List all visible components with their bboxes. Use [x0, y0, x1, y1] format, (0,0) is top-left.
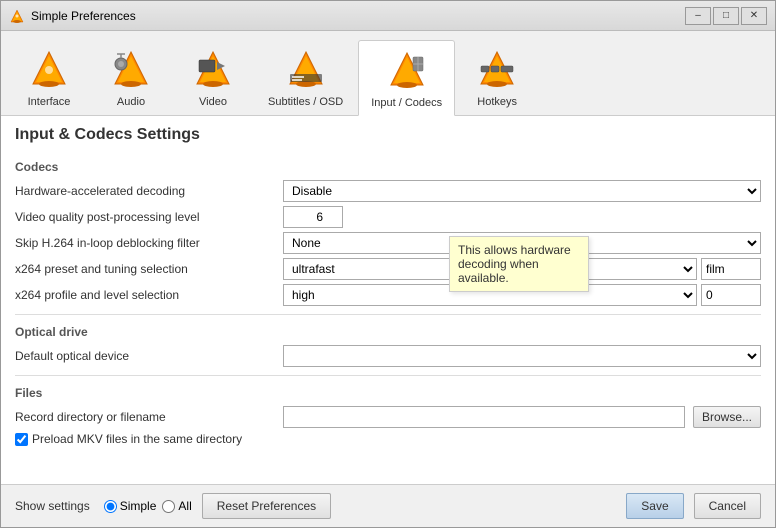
window-title: Simple Preferences	[31, 9, 685, 23]
tab-hotkeys[interactable]: Hotkeys	[457, 39, 537, 115]
interface-icon	[25, 46, 73, 94]
tab-hotkeys-label: Hotkeys	[477, 96, 517, 108]
video-quality-label: Video quality post-processing level	[15, 207, 275, 227]
close-button[interactable]: ✕	[741, 7, 767, 25]
tab-input[interactable]: Input / Codecs	[358, 40, 455, 116]
browse-button[interactable]: Browse...	[693, 406, 761, 428]
video-icon	[189, 46, 237, 94]
radio-all[interactable]	[162, 500, 175, 513]
preload-mkv-row: Preload MKV files in the same directory	[15, 432, 761, 446]
tooltip-text: This allows hardware decoding when avail…	[458, 243, 571, 285]
record-dir-row: Record directory or filename Browse...	[15, 406, 761, 428]
radio-group: Simple All	[104, 499, 192, 513]
codecs-section-label: Codecs	[15, 160, 761, 174]
tab-bar: Interface Audio	[1, 31, 775, 116]
x264-preset-text[interactable]	[701, 258, 761, 280]
radio-all-label[interactable]: All	[162, 499, 191, 513]
skip-h264-label: Skip H.264 in-loop deblocking filter	[15, 233, 275, 253]
page-title: Input & Codecs Settings	[1, 116, 775, 150]
radio-simple-label[interactable]: Simple	[104, 499, 157, 513]
optical-section-label: Optical drive	[15, 325, 761, 339]
window-controls: – □ ✕	[685, 7, 767, 25]
preload-mkv-checkbox[interactable]	[15, 433, 28, 446]
tab-audio-label: Audio	[117, 96, 145, 108]
optical-device-label: Default optical device	[15, 346, 275, 366]
tab-input-label: Input / Codecs	[371, 97, 442, 109]
optical-device-select[interactable]	[283, 345, 761, 367]
record-dir-label: Record directory or filename	[15, 407, 275, 427]
save-button[interactable]: Save	[626, 493, 683, 519]
x264-profile-text[interactable]	[701, 284, 761, 306]
video-quality-control	[283, 206, 761, 228]
files-section-label: Files	[15, 386, 761, 400]
audio-icon	[107, 46, 155, 94]
x264-preset-label: x264 preset and tuning selection	[15, 259, 275, 279]
scroll-area[interactable]: Codecs Hardware-accelerated decoding Dis…	[1, 150, 775, 484]
video-quality-input[interactable]	[283, 206, 343, 228]
maximize-button[interactable]: □	[713, 7, 739, 25]
bottom-bar: Show settings Simple All Reset Preferenc…	[1, 484, 775, 527]
hw-decoding-label: Hardware-accelerated decoding	[15, 181, 275, 201]
tab-interface[interactable]: Interface	[9, 39, 89, 115]
subtitles-icon	[282, 46, 330, 94]
tab-subtitles-label: Subtitles / OSD	[268, 96, 343, 108]
show-settings-label: Show settings	[15, 499, 90, 513]
reset-preferences-button[interactable]: Reset Preferences	[202, 493, 331, 519]
record-dir-input[interactable]	[283, 406, 685, 428]
radio-all-text: All	[178, 499, 191, 513]
preload-mkv-label[interactable]: Preload MKV files in the same directory	[15, 432, 761, 446]
radio-simple[interactable]	[104, 500, 117, 513]
main-window: Simple Preferences – □ ✕ Interface	[0, 0, 776, 528]
optical-device-row: Default optical device	[15, 345, 761, 367]
content-area: Input & Codecs Settings Codecs Hardware-…	[1, 116, 775, 484]
x264-preset-row: x264 preset and tuning selection ultrafa…	[15, 258, 761, 280]
tab-interface-label: Interface	[28, 96, 71, 108]
tab-audio[interactable]: Audio	[91, 39, 171, 115]
x264-profile-row: x264 profile and level selection baselin…	[15, 284, 761, 306]
title-bar: Simple Preferences – □ ✕	[1, 1, 775, 31]
optical-device-control	[283, 345, 761, 367]
app-icon	[9, 8, 25, 24]
hotkeys-icon	[473, 46, 521, 94]
hw-decoding-row: Hardware-accelerated decoding Disable Au…	[15, 180, 761, 202]
tab-video[interactable]: Video	[173, 39, 253, 115]
video-quality-row: Video quality post-processing level	[15, 206, 761, 228]
preload-mkv-text: Preload MKV files in the same directory	[32, 432, 242, 446]
x264-profile-label: x264 profile and level selection	[15, 285, 275, 305]
hw-decoding-control: Disable Automatic DirectX video accelera…	[283, 180, 761, 202]
hw-decoding-select[interactable]: Disable Automatic DirectX video accelera…	[283, 180, 761, 202]
minimize-button[interactable]: –	[685, 7, 711, 25]
tab-subtitles[interactable]: Subtitles / OSD	[255, 39, 356, 115]
cancel-button[interactable]: Cancel	[694, 493, 761, 519]
tooltip: This allows hardware decoding when avail…	[449, 236, 589, 292]
input-icon	[383, 47, 431, 95]
radio-simple-text: Simple	[120, 499, 157, 513]
skip-h264-row: Skip H.264 in-loop deblocking filter Non…	[15, 232, 761, 254]
tab-video-label: Video	[199, 96, 227, 108]
